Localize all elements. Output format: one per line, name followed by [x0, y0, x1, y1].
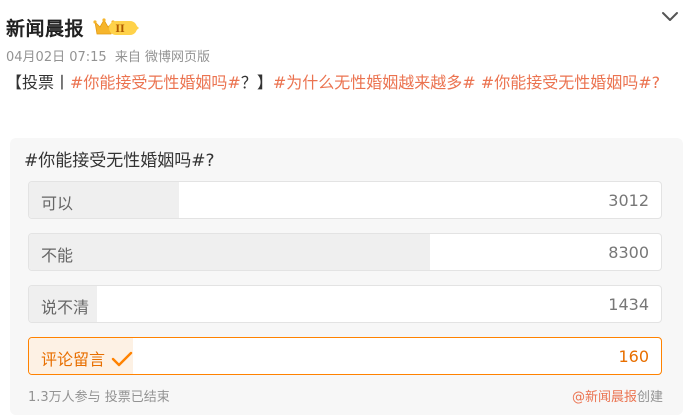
badge-level-text: II — [115, 24, 125, 35]
poll-option-bar — [29, 234, 431, 270]
post-date[interactable]: 04月02日 07:15 — [6, 50, 107, 65]
topic-link[interactable]: #为什么无性婚姻越来越多# — [273, 73, 476, 92]
topic-link[interactable]: ? — [652, 73, 661, 92]
post-source: 来自 微博网页版 — [114, 50, 210, 65]
checkmark-icon — [111, 351, 133, 367]
poll-option-count: 160 — [618, 347, 649, 366]
poll-creator-info: @新闻晨报创建 — [572, 386, 663, 405]
poll-option[interactable]: 可以 3012 — [28, 181, 662, 219]
author-name[interactable]: 新闻晨报 — [6, 14, 84, 41]
poll-creator-link[interactable]: @新闻晨报 — [572, 390, 637, 405]
poll-option-label: 不能 — [41, 246, 74, 265]
poll-option[interactable]: 说不清 1434 — [28, 285, 662, 323]
topic-link[interactable]: #你能接受无性婚姻吗# — [70, 73, 241, 92]
vip-badge-icon[interactable]: II — [93, 16, 141, 38]
content-text: ？】 — [240, 73, 273, 92]
poll-title: #你能接受无性婚姻吗#? — [24, 151, 215, 171]
poll-option-count: 3012 — [608, 191, 649, 210]
topic-link[interactable]: #你能接受无性婚姻吗# — [481, 73, 652, 92]
content-text: 【投票丨 — [6, 73, 71, 92]
post-content: 【投票丨#你能接受无性婚姻吗#？】#为什么无性婚姻越来越多# #你能接受无性婚姻… — [6, 70, 684, 96]
poll-created-label: 创建 — [636, 390, 663, 405]
poll-option[interactable]: 评论留言 160 — [28, 337, 662, 375]
chevron-down-icon[interactable] — [659, 8, 681, 26]
post-header: 新闻晨报 II — [6, 8, 683, 44]
poll-option-label: 评论留言 — [41, 346, 133, 370]
poll-option-count: 1434 — [608, 295, 649, 314]
poll-option[interactable]: 不能 8300 — [28, 233, 662, 271]
poll-card: #你能接受无性婚姻吗#? 可以 3012 不能 8300 说不清 1434 评论留言 160 … — [10, 138, 683, 415]
poll-option-count: 8300 — [608, 243, 649, 262]
poll-option-label: 说不清 — [41, 298, 90, 317]
post-meta: 04月02日 07:15 来自 微博网页版 — [6, 46, 214, 65]
poll-participants: 1.3万人参与 投票已结束 — [28, 390, 170, 405]
poll-option-label: 可以 — [41, 194, 74, 213]
